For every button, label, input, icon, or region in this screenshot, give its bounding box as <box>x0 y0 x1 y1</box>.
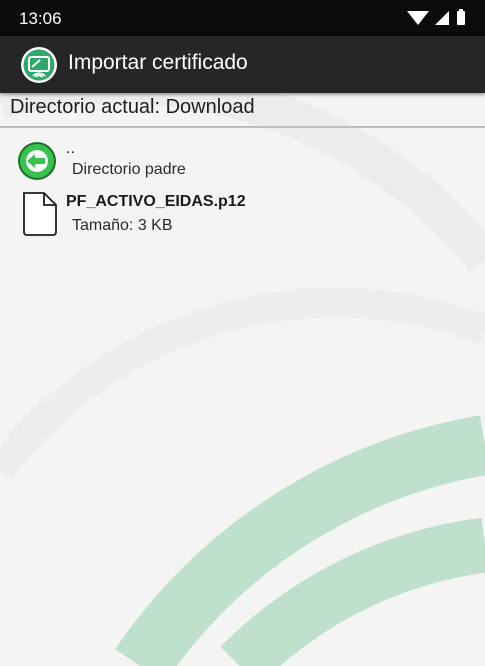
back-arrow-icon <box>18 142 56 180</box>
app-title: Importar certificado <box>68 51 248 74</box>
status-time: 13:06 <box>19 9 62 28</box>
list-item-file[interactable]: PF_ACTIVO_EIDAS.p12 Tamaño: 3 KB <box>0 191 485 237</box>
status-icons <box>407 9 465 25</box>
divider <box>0 126 485 128</box>
file-icon <box>23 192 57 236</box>
list-item-detail: Directorio padre <box>72 161 186 178</box>
signal-icon <box>435 11 449 25</box>
list-item-name: PF_ACTIVO_EIDAS.p12 <box>66 193 246 210</box>
certificate-app-icon <box>21 47 57 83</box>
battery-icon <box>457 11 465 25</box>
wifi-icon <box>407 11 429 25</box>
status-bar: 13:06 <box>0 0 485 36</box>
app-bar: Importar certificado <box>0 36 485 93</box>
current-directory-label: Directorio actual: Download <box>10 96 255 118</box>
list-item-detail: Tamaño: 3 KB <box>72 217 173 234</box>
list-item-parent-directory[interactable]: .. Directorio padre <box>0 138 485 184</box>
list-item-name: .. <box>66 140 75 157</box>
